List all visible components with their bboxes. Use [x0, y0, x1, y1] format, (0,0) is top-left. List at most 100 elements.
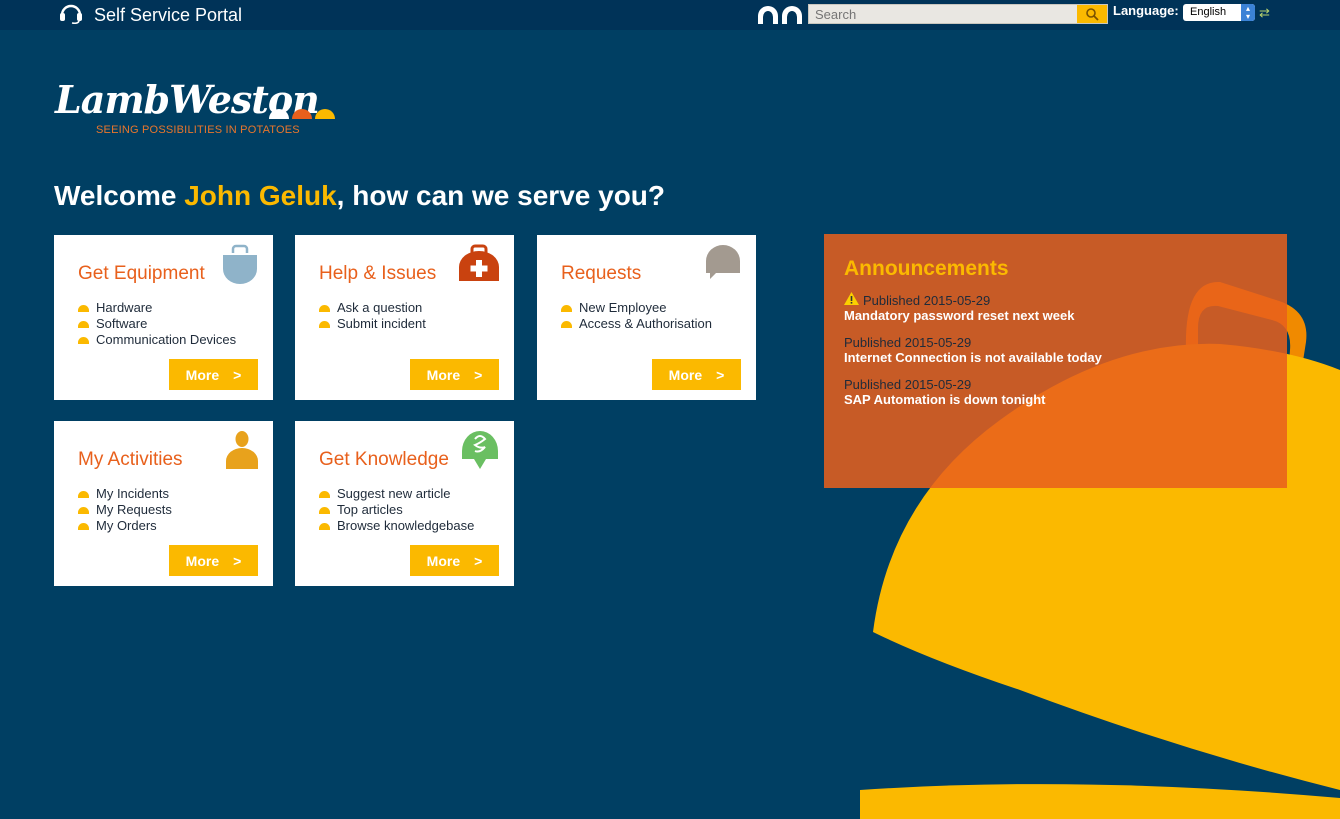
link-hardware[interactable]: Hardware [78, 300, 236, 316]
more-label: More [185, 366, 220, 383]
user-name: John Geluk [184, 180, 337, 211]
link-my-orders[interactable]: My Orders [78, 518, 172, 534]
search-button[interactable] [1077, 5, 1107, 23]
announcement-date: Published 2015-05-29 [844, 376, 972, 392]
announcement-date: Published 2015-05-29 [844, 334, 972, 350]
link-software[interactable]: Software [78, 316, 236, 332]
announcements-panel: Announcements Published 2015-05-29 Manda… [824, 234, 1287, 488]
bullet-icon [78, 336, 89, 344]
warning-icon [844, 292, 859, 308]
link-label: Top articles [337, 502, 403, 517]
card-title: Help & Issues [319, 263, 437, 284]
search-input[interactable] [809, 5, 1077, 23]
more-button[interactable]: More > [410, 545, 499, 576]
chevron-right-icon: > [716, 366, 725, 383]
card-title: My Activities [78, 449, 183, 470]
bullet-icon [78, 522, 89, 530]
speech-bubble-icon [704, 243, 742, 286]
card-links: Ask a question Submit incident [319, 300, 426, 332]
bullet-icon [78, 320, 89, 328]
link-new-employee[interactable]: New Employee [561, 300, 712, 316]
link-top-articles[interactable]: Top articles [319, 502, 474, 518]
bullet-icon [78, 304, 89, 312]
card-my-activities: My Activities My Incidents My Requests M… [54, 421, 273, 586]
link-label: My Requests [96, 502, 172, 517]
welcome-heading: Welcome John Geluk, how can we serve you… [54, 180, 665, 212]
company-logo: LambWeston SEEING POSSIBILITIES IN POTAT… [55, 80, 335, 136]
card-links: New Employee Access & Authorisation [561, 300, 712, 332]
more-button[interactable]: More > [410, 359, 499, 390]
announcement-date-row: Published 2015-05-29 [844, 292, 1102, 308]
chevron-right-icon: > [233, 552, 242, 569]
card-requests: Requests New Employee Access & Authorisa… [537, 235, 756, 400]
link-label: Submit incident [337, 316, 426, 331]
announcement-date-row: Published 2015-05-29 [844, 334, 1102, 350]
bullet-icon [319, 522, 330, 530]
card-links: Hardware Software Communication Devices [78, 300, 236, 348]
portal-home-link[interactable]: Self Service Portal [58, 4, 242, 26]
bullet-icon [319, 490, 330, 498]
more-button[interactable]: More > [169, 359, 258, 390]
card-links: Suggest new article Top articles Browse … [319, 486, 474, 534]
link-label: Hardware [96, 300, 153, 315]
lambweston-mini-logo-icon [757, 6, 805, 29]
more-button[interactable]: More > [652, 359, 741, 390]
bullet-icon [319, 506, 330, 514]
headset-icon [58, 2, 84, 29]
link-my-requests[interactable]: My Requests [78, 502, 172, 518]
link-label: Ask a question [337, 300, 423, 315]
announcement-item[interactable]: Published 2015-05-29 Internet Connection… [844, 334, 1102, 366]
person-icon [225, 429, 259, 476]
bullet-icon [78, 490, 89, 498]
link-label: My Orders [96, 518, 157, 533]
first-aid-kit-icon [458, 243, 500, 288]
bag-icon [221, 243, 259, 290]
more-button[interactable]: More > [169, 545, 258, 576]
announcement-item[interactable]: Published 2015-05-29 SAP Automation is d… [844, 376, 1102, 408]
welcome-prefix: Welcome [54, 180, 185, 211]
announcement-text: Internet Connection is not available tod… [844, 350, 1102, 365]
language-value: English [1190, 6, 1227, 18]
link-label: Communication Devices [96, 332, 237, 347]
announcements-list: Published 2015-05-29 Mandatory password … [844, 292, 1102, 418]
announcement-text: SAP Automation is down tonight [844, 392, 1046, 407]
card-help-issues: Help & Issues Ask a question Submit inci… [295, 235, 514, 400]
link-label: Access & Authorisation [579, 316, 712, 331]
card-get-knowledge: Get Knowledge Suggest new article Top ar… [295, 421, 514, 586]
welcome-suffix: , how can we serve you? [336, 180, 666, 211]
announcement-date-row: Published 2015-05-29 [844, 376, 1102, 392]
link-label: My Incidents [96, 486, 169, 501]
bullet-icon [78, 506, 89, 514]
announcements-title: Announcements [844, 257, 1009, 280]
search-icon [1086, 8, 1099, 21]
bullet-icon [319, 320, 330, 328]
chevron-right-icon: > [233, 366, 242, 383]
announcement-text: Mandatory password reset next week [844, 308, 1075, 323]
more-label: More [668, 366, 703, 383]
link-browse-knowledgebase[interactable]: Browse knowledgebase [319, 518, 474, 534]
link-ask-question[interactable]: Ask a question [319, 300, 426, 316]
refresh-icon[interactable]: ⇄ [1259, 5, 1270, 21]
chevron-right-icon: > [474, 366, 483, 383]
bullet-icon [561, 304, 572, 312]
link-suggest-article[interactable]: Suggest new article [319, 486, 474, 502]
more-label: More [185, 552, 220, 569]
card-title: Get Knowledge [319, 449, 449, 470]
link-label: New Employee [579, 300, 667, 315]
select-arrows-icon: ▴ ▾ [1241, 4, 1255, 21]
link-label: Suggest new article [337, 486, 451, 501]
link-communication-devices[interactable]: Communication Devices [78, 332, 236, 348]
language-select[interactable]: English ▴ ▾ [1183, 4, 1255, 21]
card-title: Requests [561, 263, 642, 284]
announcement-date: Published 2015-05-29 [863, 292, 991, 308]
link-submit-incident[interactable]: Submit incident [319, 316, 426, 332]
potato-domes-icon [269, 109, 335, 119]
link-my-incidents[interactable]: My Incidents [78, 486, 172, 502]
portal-title: Self Service Portal [94, 4, 243, 25]
more-label: More [426, 552, 461, 569]
link-label: Browse knowledgebase [337, 518, 475, 533]
card-links: My Incidents My Requests My Orders [78, 486, 172, 534]
announcement-item[interactable]: Published 2015-05-29 Mandatory password … [844, 292, 1102, 324]
link-access-authorisation[interactable]: Access & Authorisation [561, 316, 712, 332]
bullet-icon [561, 320, 572, 328]
